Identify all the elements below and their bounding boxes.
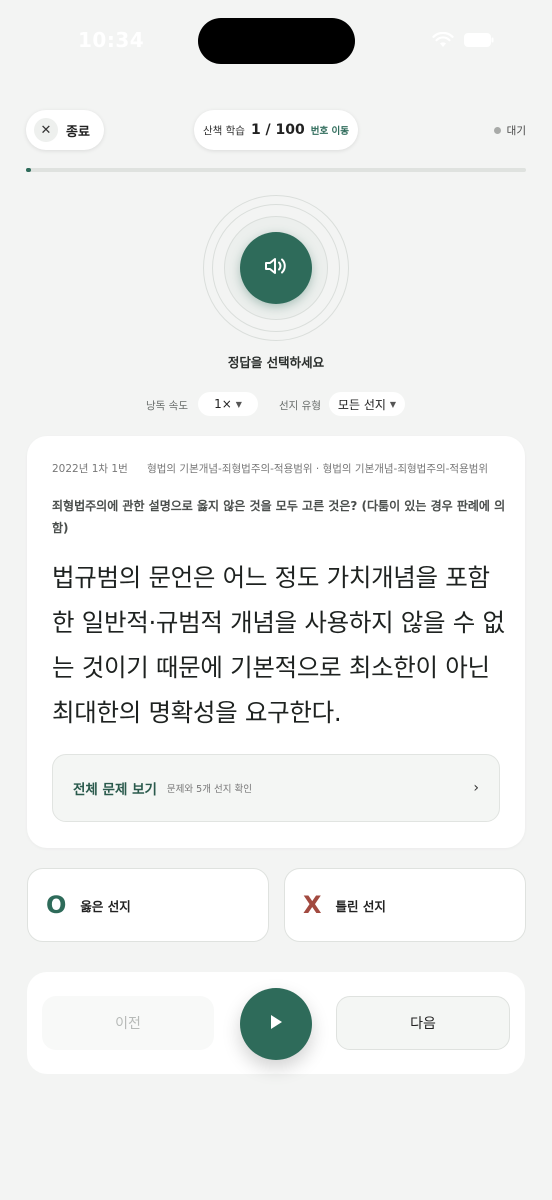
question-tag: 형법의 기본개념-죄형법주의-적용범위 <box>322 463 489 475</box>
speed-value: 1× <box>214 397 232 411</box>
exit-label: 종료 <box>66 124 90 140</box>
progress-fill <box>26 168 31 172</box>
state-label: 대기 <box>506 125 526 137</box>
choice-type-select[interactable]: 모든 선지 ▼ <box>329 392 405 416</box>
status-time: 10:34 <box>78 28 145 52</box>
next-button[interactable]: 다음 <box>336 996 510 1050</box>
progress-bar <box>26 168 526 172</box>
question-counter-pill[interactable]: 산책 학습 1 / 100 번호 이동 <box>194 110 358 150</box>
dynamic-island <box>198 18 355 64</box>
state-dot-icon <box>493 127 501 134</box>
choice-type-label: 선지 유형 <box>279 400 321 412</box>
choice-type-value: 모든 선지 <box>337 397 386 412</box>
view-full-question-title: 전체 문제 보기 <box>73 782 157 798</box>
exit-button[interactable]: ✕ 종료 <box>26 110 104 150</box>
close-icon: ✕ <box>34 118 58 142</box>
caret-down-icon: ▼ <box>235 399 242 409</box>
question-tag: 형법의 기본개념-죄형법주의-적용범위 <box>147 463 313 475</box>
play-icon <box>268 1013 284 1035</box>
answer-prompt: 정답을 선택하세요 <box>227 355 325 370</box>
caret-down-icon: ▼ <box>389 399 397 409</box>
speed-label: 낭독 속도 <box>146 400 188 412</box>
wifi-icon <box>432 32 454 48</box>
chevron-right-icon: › <box>473 780 479 796</box>
view-full-question-subtitle: 문제와 5개 선지 확인 <box>166 784 252 795</box>
previous-button[interactable]: 이전 <box>42 996 214 1050</box>
choice-statement: 법규범의 문언은 어느 정도 가치개념을 포함한 일반적·규범적 개념을 사용하… <box>52 563 505 727</box>
correct-choice-label: 옳은 선지 <box>80 898 131 914</box>
question-source: 2022년 1차 1번 <box>52 463 128 475</box>
status-icons <box>432 32 494 48</box>
speaker-icon <box>263 255 289 281</box>
speed-select[interactable]: 1× ▼ <box>198 392 258 416</box>
question-counter: 1 / 100 <box>250 122 305 138</box>
question-text: 죄형법주의에 관한 설명으로 옳지 않은 것을 모두 고른 것은? (다툼이 있… <box>52 499 506 535</box>
x-mark-icon: X <box>303 891 322 919</box>
battery-icon <box>464 33 494 47</box>
question-meta: 2022년 1차 1번 형법의 기본개념-죄형법주의-적용범위 · 형법의 기본… <box>52 463 489 475</box>
wrong-choice-button[interactable]: X 틀린 선지 <box>284 868 526 942</box>
study-mode-label: 산책 학습 <box>202 124 245 137</box>
wrong-choice-label: 틀린 선지 <box>335 898 386 914</box>
speaker-button[interactable] <box>240 232 312 304</box>
playback-state: 대기 <box>493 123 526 138</box>
jump-to-number-link[interactable]: 번호 이동 <box>311 123 349 137</box>
o-mark-icon: O <box>46 891 67 919</box>
view-full-question-button[interactable]: 전체 문제 보기 문제와 5개 선지 확인 › <box>52 754 500 822</box>
play-button[interactable] <box>240 988 312 1060</box>
correct-choice-button[interactable]: O 옳은 선지 <box>27 868 269 942</box>
